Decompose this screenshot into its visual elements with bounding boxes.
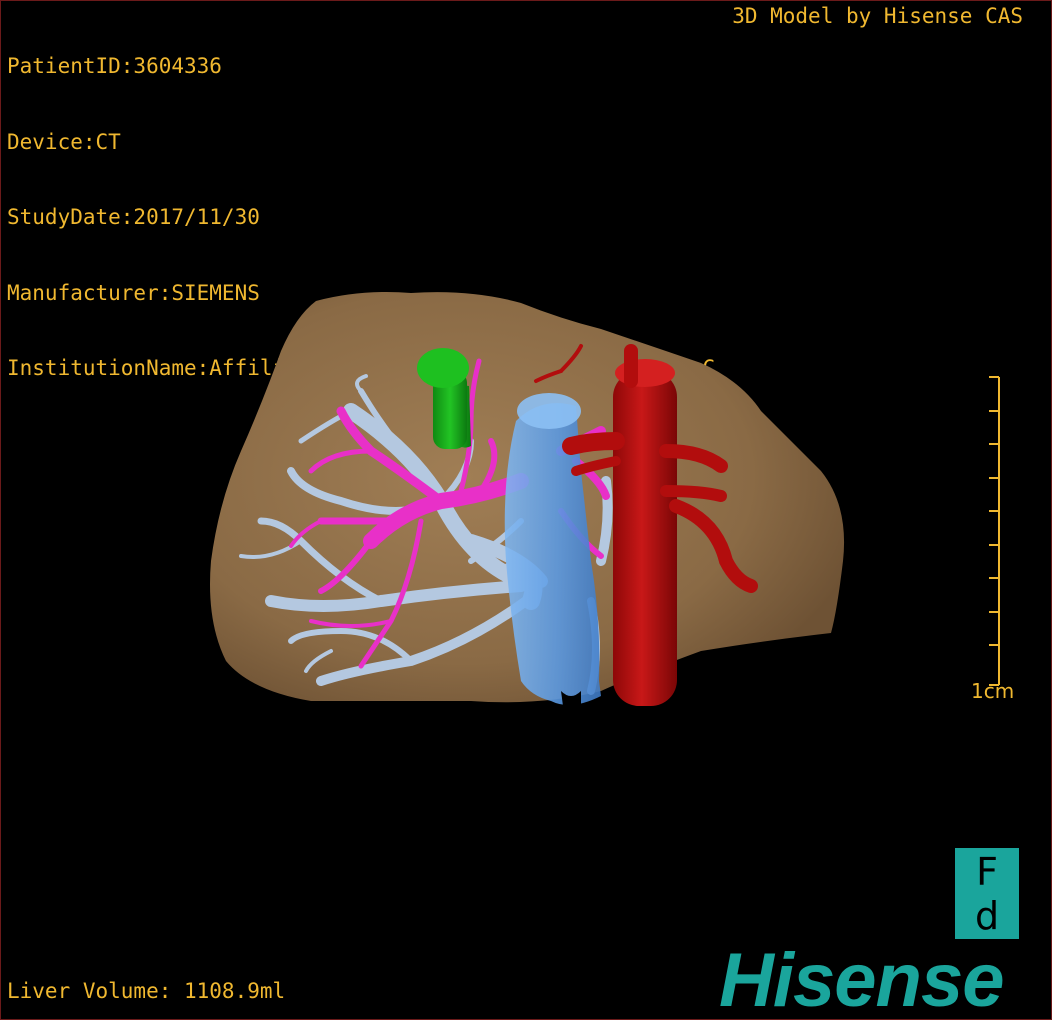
liver-volume-label: Liver Volume: 1108.9ml — [7, 979, 286, 1003]
3d-viewport[interactable]: PatientID:3604336 Device:CT StudyDate:20… — [0, 0, 1052, 1020]
liver-3d-model[interactable] — [1, 1, 1051, 1019]
hisense-logo: Hisense — [719, 938, 1004, 1020]
orientation-top-letter: F — [976, 850, 998, 894]
orientation-marker: F d — [955, 848, 1019, 939]
orientation-bottom-letter: d — [974, 894, 1000, 938]
scale-bar-label: 1cm — [971, 679, 1015, 703]
scale-bar — [989, 376, 1000, 686]
